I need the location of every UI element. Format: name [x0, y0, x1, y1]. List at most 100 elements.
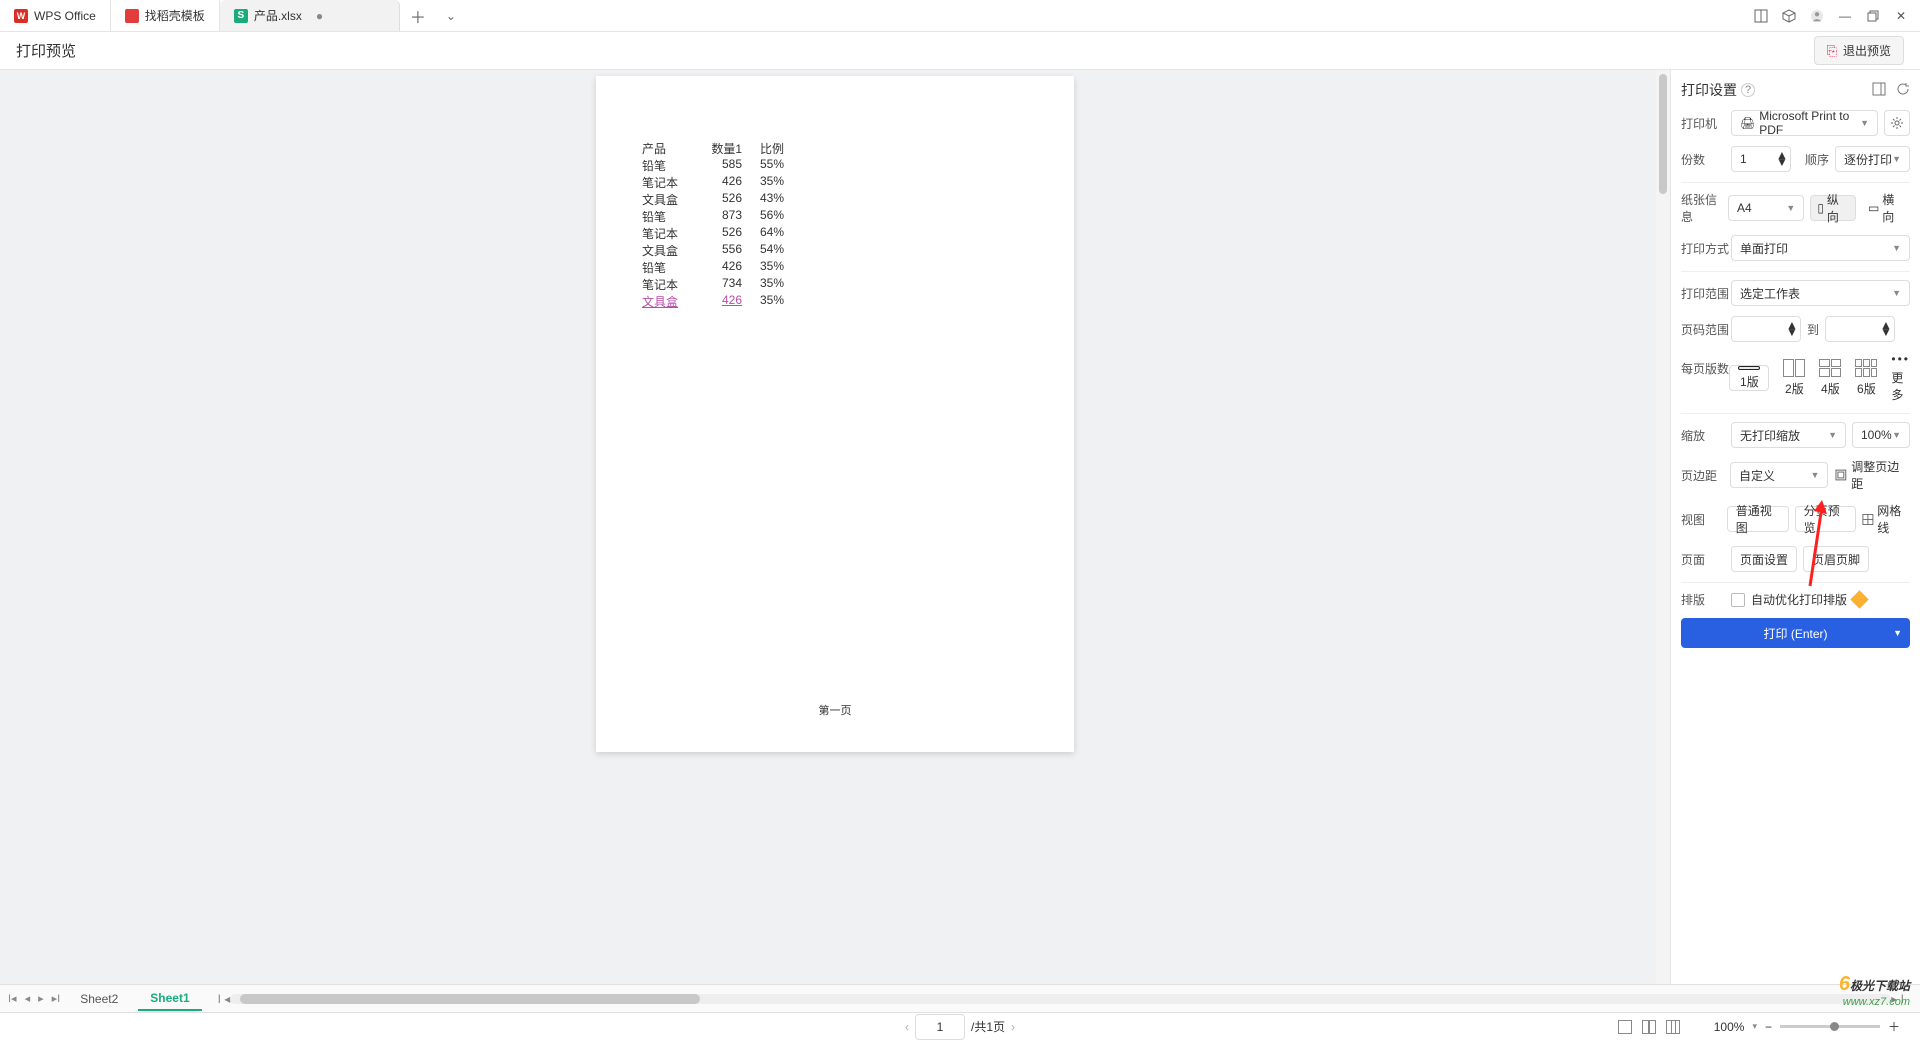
preview-page: 产品 数量1 比例 铅笔58555% 笔记本42635% 文具盒52643% 铅…	[596, 76, 1074, 752]
page-label: 页面	[1681, 551, 1731, 568]
avatar-icon[interactable]	[1810, 9, 1824, 23]
printer-icon: 🖨	[1740, 116, 1755, 130]
normal-view-button[interactable]: 普通视图	[1727, 506, 1789, 532]
premium-icon	[1850, 590, 1868, 608]
zoom-in-button[interactable]: ＋	[1888, 1018, 1900, 1035]
exit-label: 退出预览	[1843, 42, 1891, 59]
table-row: 文具盒55654%	[642, 242, 1028, 259]
view-mode-3-icon[interactable]	[1666, 1020, 1680, 1034]
method-select[interactable]: 单面打印▼	[1731, 235, 1910, 261]
zoom-out-button[interactable]: −	[1765, 1020, 1772, 1034]
page-title: 打印预览	[16, 40, 76, 61]
watermark: 6极光下载站 www.xz7.com	[1839, 973, 1910, 1008]
layout-2-button[interactable]: 2版	[1783, 359, 1805, 397]
zoom-dropdown-icon[interactable]: ▾	[1752, 1021, 1757, 1032]
tab-menu-button[interactable]: ⌄	[436, 9, 466, 23]
tab-wps-office[interactable]: W WPS Office	[0, 0, 111, 31]
minimize-button[interactable]: —	[1838, 9, 1852, 23]
layout-6-button[interactable]: 6版	[1855, 359, 1877, 397]
page-total-label: /共1页	[971, 1018, 1005, 1035]
sheet-tab-sheet1[interactable]: Sheet1	[138, 987, 201, 1011]
panel-layout-icon[interactable]	[1872, 82, 1886, 99]
cube-icon[interactable]	[1782, 9, 1796, 23]
print-button[interactable]: 打印 (Enter) ▼	[1681, 618, 1910, 648]
range-select[interactable]: 选定工作表▼	[1731, 280, 1910, 306]
table-row: 笔记本52664%	[642, 225, 1028, 242]
header-footer-button[interactable]: 页眉页脚	[1803, 546, 1869, 572]
zoom-value[interactable]: 100%	[1714, 1020, 1745, 1034]
page-from-input[interactable]: ▲▼	[1731, 316, 1801, 342]
maximize-button[interactable]	[1866, 9, 1880, 23]
scale-pct-select[interactable]: 100%▼	[1852, 422, 1910, 448]
pagerange-label: 页码范围	[1681, 321, 1731, 338]
sheet-tab-sheet2[interactable]: Sheet2	[68, 988, 130, 1010]
printer-label: 打印机	[1681, 115, 1731, 132]
tab-label: 产品.xlsx	[254, 7, 302, 24]
layout-icon[interactable]	[1754, 9, 1768, 23]
exit-icon: ⎘	[1827, 43, 1837, 59]
horizontal-scrollbar[interactable]: I ◂ ▸ I	[218, 992, 1904, 1006]
zoom-slider[interactable]	[1780, 1025, 1880, 1028]
page-prev-button[interactable]: ‹	[905, 1020, 909, 1034]
tab-template[interactable]: 找稻壳模板	[111, 0, 220, 31]
landscape-icon: ▭	[1868, 201, 1879, 215]
tab-label: WPS Office	[34, 9, 96, 23]
sheet-last-button[interactable]: ▸I	[52, 992, 61, 1005]
layout-1-button[interactable]: 1版	[1729, 365, 1769, 391]
sheet-first-button[interactable]: I◂	[8, 992, 17, 1005]
view-mode-1-icon[interactable]	[1618, 1020, 1632, 1034]
portrait-button[interactable]: ▯纵向	[1810, 195, 1856, 221]
sheet-next-button[interactable]: ▸	[38, 992, 44, 1005]
page-next-button[interactable]: ›	[1011, 1020, 1015, 1034]
print-settings-panel: 打印设置 ? 打印机 🖨Microsoft Print to PDF ▼ 份数 …	[1670, 70, 1920, 984]
exit-preview-button[interactable]: ⎘ 退出预览	[1814, 36, 1904, 65]
layout-4-button[interactable]: 4版	[1819, 359, 1841, 397]
wps-logo-icon: W	[14, 9, 28, 23]
layout-more-button[interactable]: •••更多	[1891, 352, 1910, 403]
daoke-icon	[125, 9, 139, 23]
vertical-scrollbar[interactable]	[1656, 70, 1670, 984]
landscape-button[interactable]: ▭横向	[1862, 195, 1910, 221]
range-label: 打印范围	[1681, 285, 1731, 302]
chevron-down-icon[interactable]: ▼	[1893, 628, 1902, 638]
page-setup-button[interactable]: 页面设置	[1731, 546, 1797, 572]
copies-input[interactable]: 1▲▼	[1731, 146, 1791, 172]
sheet-bar: I◂ ◂ ▸ ▸I Sheet2 Sheet1 I ◂ ▸ I	[0, 984, 1920, 1012]
close-button[interactable]: ✕	[1894, 9, 1908, 23]
gear-icon	[1890, 116, 1904, 130]
paper-select[interactable]: A4▼	[1728, 195, 1804, 221]
order-select[interactable]: 逐份打印▼	[1835, 146, 1910, 172]
sheet-prev-button[interactable]: ◂	[25, 992, 31, 1005]
help-icon[interactable]: ?	[1741, 83, 1755, 97]
gridlines-button[interactable]: 网格线	[1862, 502, 1910, 536]
paper-label: 纸张信息	[1681, 191, 1728, 225]
order-label: 顺序	[1805, 151, 1835, 168]
tab-add-button[interactable]: ＋	[400, 4, 436, 28]
page-footer: 第一页	[596, 702, 1074, 718]
margins-icon	[1834, 468, 1848, 482]
adjust-margins-button[interactable]: 调整页边距	[1834, 458, 1910, 492]
status-bar: ‹ 1 /共1页 › 100% ▾ − ＋	[0, 1012, 1920, 1040]
page-view-button[interactable]: 分页预览	[1795, 506, 1857, 532]
refresh-icon[interactable]	[1896, 82, 1910, 99]
table-row: 文具盒42635%	[642, 293, 1028, 310]
panel-title: 打印设置	[1681, 80, 1737, 100]
margin-select[interactable]: 自定义▼	[1730, 462, 1828, 488]
sheet-icon: S	[234, 9, 248, 23]
margin-label: 页边距	[1681, 467, 1730, 484]
table-row: 笔记本73435%	[642, 276, 1028, 293]
printer-select[interactable]: 🖨Microsoft Print to PDF ▼	[1731, 110, 1878, 136]
page-number-input[interactable]: 1	[915, 1014, 965, 1040]
tab-document[interactable]: S 产品.xlsx ●	[220, 0, 400, 31]
scale-select[interactable]: 无打印缩放▼	[1731, 422, 1846, 448]
tab-close-icon[interactable]: ●	[316, 9, 323, 23]
printer-settings-button[interactable]	[1884, 110, 1910, 136]
chevron-down-icon: ▼	[1860, 118, 1869, 128]
view-label: 视图	[1681, 511, 1727, 528]
layout-label: 排版	[1681, 591, 1731, 608]
portrait-icon: ▯	[1817, 201, 1824, 215]
preview-canvas: 产品 数量1 比例 铅笔58555% 笔记本42635% 文具盒52643% 铅…	[0, 70, 1670, 984]
view-mode-2-icon[interactable]	[1642, 1020, 1656, 1034]
auto-optimize-checkbox[interactable]	[1731, 593, 1745, 607]
page-to-input[interactable]: ▲▼	[1825, 316, 1895, 342]
